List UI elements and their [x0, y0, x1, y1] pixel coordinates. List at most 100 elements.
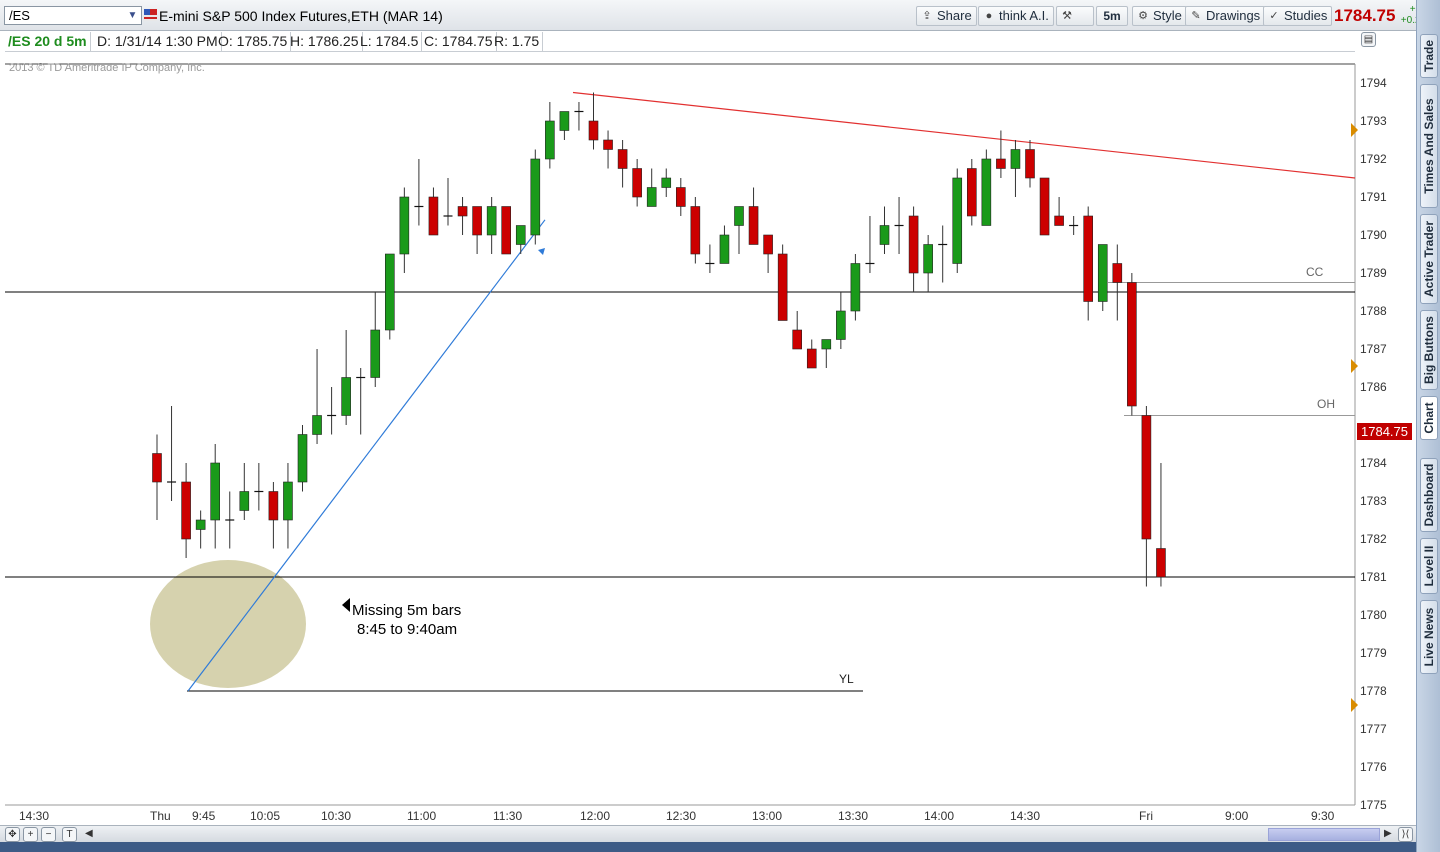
- price-tick-label: 1790: [1360, 228, 1387, 242]
- tab-active-trader[interactable]: Active Trader: [1420, 214, 1438, 304]
- candle-body: [763, 234, 773, 255]
- candle[interactable]: [530, 149, 541, 245]
- symbol-text: /ES: [9, 8, 30, 23]
- candle[interactable]: [966, 159, 977, 226]
- candle[interactable]: [297, 425, 308, 492]
- missing-bars-ellipse[interactable]: [150, 560, 306, 688]
- time-tick-label: 11:30: [493, 809, 522, 823]
- share-button[interactable]: ⇪ Share: [916, 6, 977, 26]
- price-tick-label: 1777: [1360, 722, 1387, 736]
- symbol-input[interactable]: /ES ▼: [4, 6, 142, 25]
- candle-body: [923, 244, 933, 274]
- candle-body: [1127, 282, 1137, 407]
- thinkai-icon: ●: [985, 10, 993, 22]
- time-tick-label: 14:30: [19, 809, 49, 823]
- price-tick-label: 1792: [1360, 152, 1387, 166]
- studies-button[interactable]: ✓ Studies: [1263, 6, 1333, 26]
- candle[interactable]: [850, 254, 861, 321]
- tab-level-ii-label: Level II: [1422, 545, 1436, 587]
- time-tick-label: 14:00: [924, 809, 954, 823]
- price-tick-label: 1782: [1360, 532, 1387, 546]
- price-axis[interactable]: 1775 1776 1777 1778 1779 1780 1781 1782 1783 1784…: [1360, 76, 1387, 812]
- style-icon: ⚙: [1138, 10, 1148, 22]
- time-tick-label: 13:00: [752, 809, 782, 823]
- time-tick-label: 9:00: [1225, 809, 1249, 823]
- candle-body: [777, 253, 788, 321]
- time-scrollbar-thumb[interactable]: [1268, 828, 1380, 841]
- studies-icon: ✓: [1269, 10, 1279, 22]
- candle-body: [966, 168, 977, 217]
- style-button[interactable]: ⚙ Style: [1132, 6, 1187, 26]
- candle-body: [748, 206, 759, 245]
- drawings-button[interactable]: ✎ Drawings: [1185, 6, 1266, 26]
- candle-body: [195, 519, 206, 530]
- tab-live-news[interactable]: Live News: [1420, 600, 1438, 674]
- chart-svg[interactable]: 2013 © TD Ameritrade IP Company, Inc. 17…: [5, 52, 1415, 828]
- chart-settings-icon[interactable]: ▤: [1361, 32, 1376, 47]
- price-tick-label: 1778: [1360, 684, 1387, 698]
- candle-body: [515, 225, 526, 245]
- candle-body: [996, 158, 1006, 169]
- zoom-in-icon[interactable]: +: [23, 827, 38, 842]
- think-ai-button[interactable]: ● think A.I.: [978, 6, 1054, 26]
- pencil-icon: ✎: [1191, 10, 1201, 22]
- pan-icon[interactable]: ✥: [5, 827, 20, 842]
- time-tick-label: 10:30: [321, 809, 351, 823]
- bar-low: L: 1784.5: [357, 32, 423, 51]
- price-chart[interactable]: 2013 © TD Ameritrade IP Company, Inc. 17…: [5, 52, 1415, 828]
- candle[interactable]: [501, 206, 512, 255]
- candle-body: [952, 177, 963, 264]
- tab-chart[interactable]: Chart: [1420, 396, 1438, 440]
- candle[interactable]: [1097, 244, 1108, 312]
- annotation-line2[interactable]: 8:45 to 9:40am: [357, 621, 457, 638]
- zoom-out-icon[interactable]: −: [41, 827, 56, 842]
- bar-date: D: 1/31/14 1:30 PM: [94, 32, 222, 51]
- scroll-left-icon[interactable]: ◀: [85, 828, 93, 839]
- candle-body: [1054, 215, 1064, 226]
- timeframe-label: 5m: [1103, 9, 1121, 23]
- candle-body: [1141, 415, 1152, 540]
- studies-label: Studies: [1284, 8, 1328, 23]
- candle[interactable]: [690, 197, 701, 264]
- candle-body: [283, 481, 293, 521]
- candle[interactable]: [1039, 177, 1050, 236]
- drawings-label: Drawings: [1206, 8, 1261, 23]
- candle-body: [399, 196, 410, 255]
- candle[interactable]: [1127, 273, 1137, 416]
- symbol-dropdown-icon[interactable]: ▼: [125, 8, 140, 23]
- candle[interactable]: [952, 168, 963, 274]
- timeframe-button[interactable]: 5m: [1096, 6, 1128, 26]
- chart-tools-button[interactable]: ⚒: [1056, 6, 1094, 26]
- tab-times-and-sales[interactable]: Times And Sales: [1420, 84, 1438, 208]
- expand-icon[interactable]: ⟩⟨: [1398, 827, 1413, 842]
- candle-body: [588, 120, 599, 141]
- scroll-right-icon[interactable]: ▶: [1384, 828, 1392, 839]
- price-tick-label: 1786: [1360, 380, 1387, 394]
- candle-body: [559, 111, 570, 131]
- candle-body: [981, 158, 992, 226]
- candle[interactable]: [981, 149, 992, 226]
- candle-body: [690, 206, 701, 255]
- time-tick-label: 12:00: [580, 809, 610, 823]
- candle-body: [879, 225, 890, 245]
- candle-body: [646, 187, 657, 207]
- annotation-line1[interactable]: Missing 5m bars: [352, 602, 461, 619]
- candle-body: [1097, 244, 1108, 302]
- time-tick-label: 9:45: [192, 809, 216, 823]
- tab-level-ii[interactable]: Level II: [1420, 538, 1438, 594]
- tab-dashboard[interactable]: Dashboard: [1420, 458, 1438, 532]
- tools-icon: ⚒: [1062, 10, 1072, 22]
- chart-title[interactable]: /ES 20 d 5m: [5, 32, 91, 51]
- candle-body: [806, 348, 817, 369]
- candle-body: [617, 149, 628, 169]
- candle[interactable]: [777, 244, 788, 321]
- price-tick-label: 1794: [1360, 76, 1387, 90]
- tab-trade[interactable]: Trade: [1420, 34, 1438, 78]
- tab-active-trader-label: Active Trader: [1422, 220, 1436, 298]
- tab-big-buttons[interactable]: Big Buttons: [1420, 310, 1438, 390]
- level-label-oh: OH: [1317, 397, 1335, 411]
- candle[interactable]: [384, 253, 395, 340]
- text-tool-icon[interactable]: T: [62, 827, 77, 842]
- candle-body: [472, 206, 482, 236]
- candle-body: [836, 310, 846, 340]
